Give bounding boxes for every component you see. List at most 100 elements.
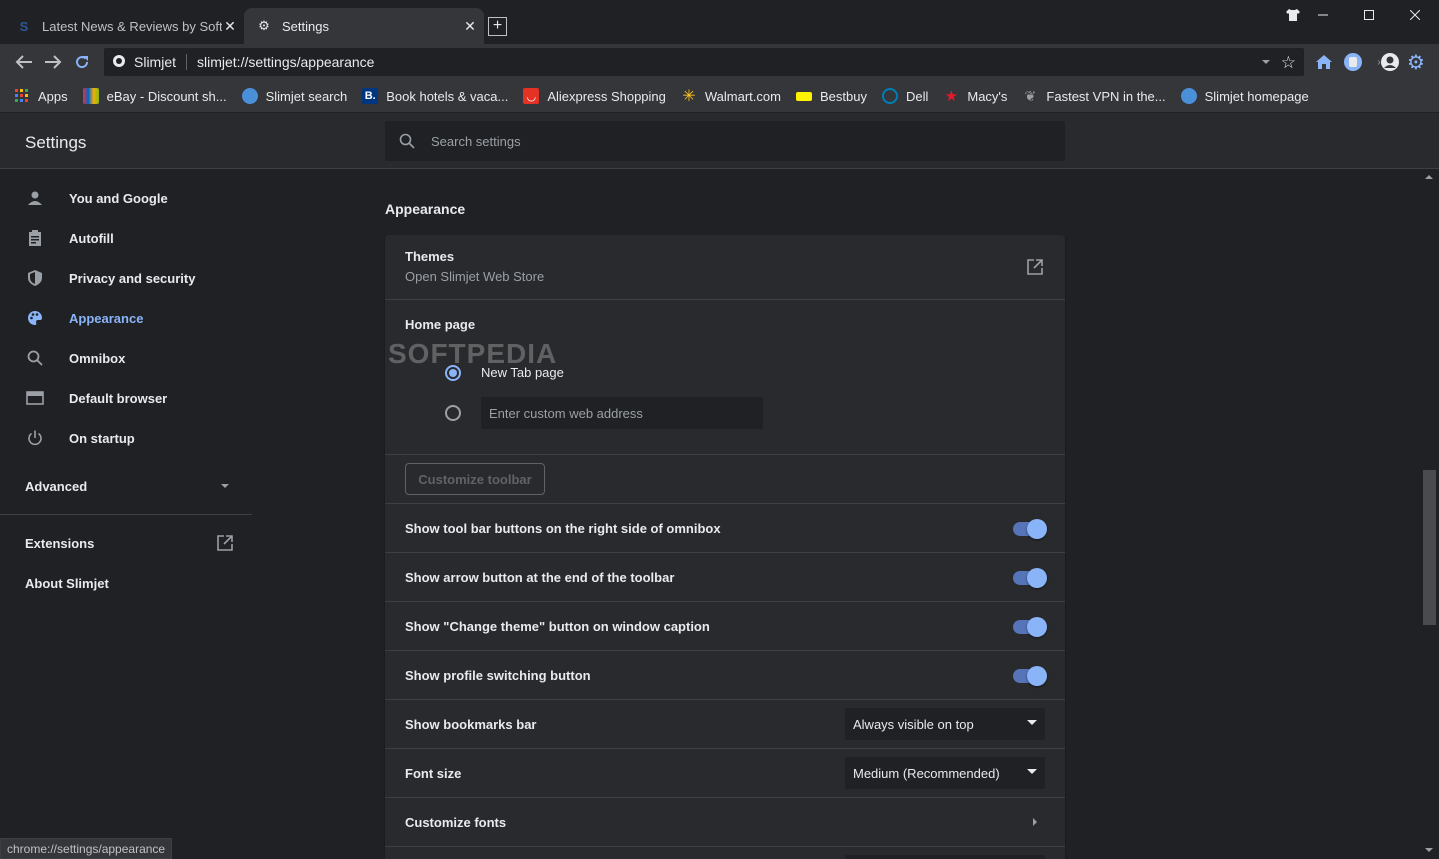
font-size-row: Font size Medium (Recommended) — [385, 748, 1065, 797]
close-window-button[interactable] — [1392, 0, 1438, 30]
extensions-label: Extensions — [25, 535, 95, 551]
bookmark-label: Bestbuy — [819, 88, 867, 104]
sidebar-item-you-and-google[interactable]: You and Google — [0, 178, 252, 218]
search-icon — [25, 348, 45, 368]
omnibox[interactable]: Slimjet slimjet://settings/appearance ☆ — [104, 48, 1304, 76]
toggle-switch[interactable] — [1013, 519, 1047, 539]
close-tab-icon[interactable]: ✕ — [462, 18, 478, 35]
walmart-icon: ✳ — [682, 88, 696, 105]
sidebar-item-on-startup[interactable]: On startup — [0, 418, 252, 458]
search-settings-field[interactable]: Search settings — [385, 121, 1065, 161]
sidebar: You and Google Autofill Privacy and secu… — [0, 170, 252, 859]
external-link-icon — [216, 534, 234, 555]
bookmark-label: Dell — [905, 88, 929, 104]
font-size-label: Font size — [405, 766, 462, 781]
slimjet-icon — [241, 88, 258, 104]
reload-button[interactable] — [70, 50, 94, 74]
next-select[interactable] — [845, 855, 1045, 859]
home-icon[interactable] — [1314, 52, 1334, 72]
ad-block-icon[interactable] — [1343, 52, 1363, 72]
bookmark-aliexpress[interactable]: ◡ Aliexpress Shopping — [523, 88, 666, 104]
toggle-switch[interactable] — [1013, 568, 1047, 588]
external-link-icon[interactable] — [1026, 258, 1044, 281]
toggle-row-arrow-button[interactable]: Show arrow button at the end of the tool… — [385, 552, 1065, 601]
slimjet-icon — [1180, 88, 1197, 104]
home-page-label: Home page — [405, 317, 476, 332]
custom-address-input[interactable] — [481, 397, 763, 429]
toggle-row-profile-switching[interactable]: Show profile switching button — [385, 650, 1065, 699]
toggle-switch[interactable] — [1013, 666, 1047, 686]
bookmark-slimjet-search[interactable]: Slimjet search — [241, 88, 348, 104]
status-bar-url: chrome://settings/appearance — [0, 838, 173, 859]
bookmark-vpn[interactable]: ❦ Fastest VPN in the... — [1022, 88, 1166, 104]
sidebar-divider — [0, 514, 252, 515]
bookmark-label: Book hotels & vaca... — [386, 88, 509, 104]
bookmark-walmart[interactable]: ✳ Walmart.com — [681, 88, 781, 105]
close-tab-icon[interactable]: ✕ — [222, 18, 238, 35]
bookmarks-bar-row: Show bookmarks bar Always visible on top — [385, 699, 1065, 748]
sidebar-item-about[interactable]: About Slimjet — [0, 563, 252, 603]
back-button[interactable] — [12, 50, 36, 74]
forward-button[interactable] — [41, 50, 65, 74]
toggle-label: Show arrow button at the end of the tool… — [405, 570, 675, 585]
bookmark-star-icon[interactable]: ☆ — [1281, 53, 1296, 73]
tab-title: Settings — [282, 18, 329, 34]
omnibox-dropdown-icon[interactable] — [1262, 60, 1270, 64]
bookmark-ebay[interactable]: eBay - Discount sh... — [82, 88, 227, 104]
bookmark-booking[interactable]: B. Book hotels & vaca... — [362, 88, 508, 104]
bookmark-macys[interactable]: ★ Macy's — [943, 88, 1008, 105]
tab-softpedia[interactable]: S Latest News & Reviews by Softpedia ✕ — [4, 8, 244, 44]
browser-icon — [25, 388, 45, 408]
toggle-row-change-theme[interactable]: Show "Change theme" button on window cap… — [385, 601, 1065, 650]
customize-fonts-row[interactable]: Customize fonts — [385, 797, 1065, 846]
next-row — [385, 846, 1065, 859]
bookmark-dell[interactable]: Dell — [881, 88, 929, 104]
sidebar-item-omnibox[interactable]: Omnibox — [0, 338, 252, 378]
scroll-down-icon[interactable] — [1425, 848, 1433, 852]
themes-row[interactable]: Themes Open Slimjet Web Store — [385, 235, 1065, 299]
bookmark-apps[interactable]: Apps — [14, 88, 68, 104]
maximize-button[interactable] — [1346, 0, 1392, 30]
scrollbar[interactable] — [1421, 170, 1438, 859]
scroll-thumb[interactable] — [1423, 470, 1436, 625]
person-icon — [25, 188, 45, 208]
bookmarks-bar-select[interactable]: Always visible on top — [845, 708, 1045, 740]
bookmark-label: Macy's — [967, 88, 1008, 104]
sidebar-item-label: You and Google — [69, 190, 168, 206]
tab-settings[interactable]: ⚙ Settings ✕ — [244, 8, 484, 44]
sidebar-item-appearance[interactable]: Appearance — [0, 298, 252, 338]
sidebar-item-privacy[interactable]: Privacy and security — [0, 258, 252, 298]
search-icon — [399, 133, 415, 154]
settings-gear-icon[interactable]: ⚙ — [1406, 52, 1426, 74]
url-text[interactable]: slimjet://settings/appearance — [197, 54, 374, 70]
sidebar-item-label: Appearance — [69, 310, 144, 326]
sidebar-item-autofill[interactable]: Autofill — [0, 218, 252, 258]
toggle-switch[interactable] — [1013, 617, 1047, 637]
bestbuy-icon — [795, 91, 812, 101]
chevron-right-icon — [1033, 818, 1037, 826]
custom-address-radio[interactable] — [445, 405, 461, 421]
apps-grid-icon — [14, 88, 30, 104]
profile-avatar-icon[interactable] — [1380, 52, 1400, 72]
toggle-label: Show "Change theme" button on window cap… — [405, 619, 710, 634]
ebay-icon — [82, 88, 99, 104]
toggle-row-toolbar-buttons[interactable]: Show tool bar buttons on the right side … — [385, 503, 1065, 552]
customize-toolbar-row: Customize toolbar — [385, 454, 1065, 503]
customize-toolbar-button[interactable]: Customize toolbar — [405, 463, 545, 495]
sidebar-item-default-browser[interactable]: Default browser — [0, 378, 252, 418]
scroll-up-icon[interactable] — [1425, 175, 1433, 179]
sidebar-item-extensions[interactable]: Extensions — [0, 523, 252, 563]
minimize-button[interactable] — [1300, 0, 1346, 30]
booking-icon: B. — [362, 88, 379, 104]
shield-icon — [25, 268, 45, 288]
bookmark-label: Aliexpress Shopping — [547, 88, 666, 104]
bookmark-label: Slimjet search — [265, 88, 348, 104]
bookmarks-bar: Apps eBay - Discount sh... Slimjet searc… — [0, 80, 1439, 112]
new-tab-button[interactable]: + — [488, 17, 507, 36]
about-label: About Slimjet — [25, 575, 109, 591]
bookmark-bestbuy[interactable]: Bestbuy — [795, 88, 867, 104]
toggle-label: Show tool bar buttons on the right side … — [405, 521, 721, 536]
bookmark-slimjet-homepage[interactable]: Slimjet homepage — [1180, 88, 1309, 104]
font-size-select[interactable]: Medium (Recommended) — [845, 757, 1045, 789]
sidebar-advanced-toggle[interactable]: Advanced — [0, 466, 252, 506]
